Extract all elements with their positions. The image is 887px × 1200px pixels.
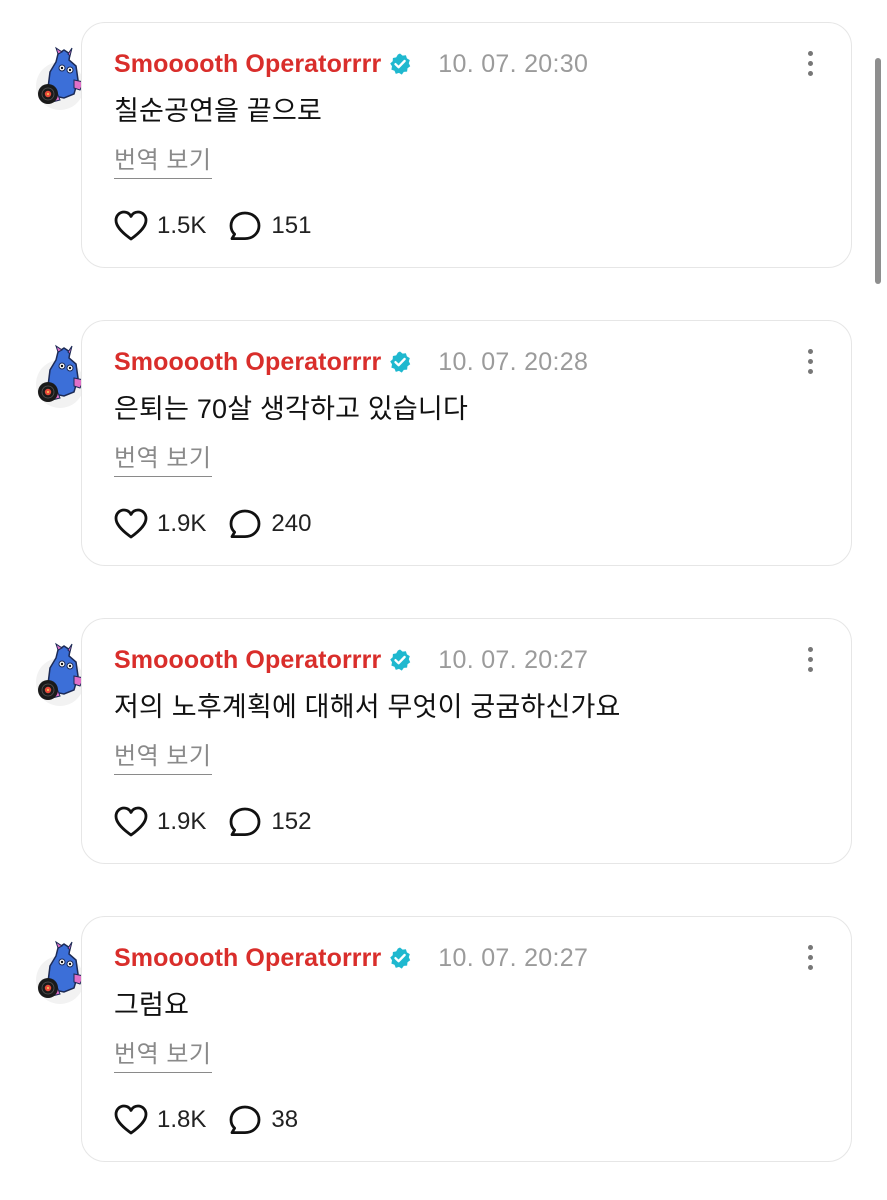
reply-count: 151 [271,212,312,239]
mascot-avatar-icon [36,642,85,706]
reply-count: 240 [271,510,312,537]
post-text: 은퇴는 70살 생각하고 있습니다 [114,394,469,424]
more-options-button[interactable] [805,349,815,379]
post-timestamp: 10. 07. 20:30 [438,49,589,78]
translate-link[interactable]: 번역 보기 [114,438,212,477]
avatar[interactable] [34,940,86,1006]
author-name[interactable]: Smooooth Operatorrrr [114,348,381,377]
verified-badge-icon [388,946,412,970]
avatar[interactable] [34,344,86,410]
more-options-button[interactable] [805,945,815,975]
post-timestamp: 10. 07. 20:27 [438,645,589,674]
post-timestamp: 10. 07. 20:28 [438,347,589,376]
translate-link[interactable]: 번역 보기 [114,140,212,179]
like-count: 1.5K [157,212,207,239]
post-actions: 1.9K 240 [114,507,311,541]
avatar[interactable] [34,642,86,708]
scrollbar[interactable] [875,58,881,284]
reply-button[interactable]: 152 [228,806,311,838]
more-options-button[interactable] [805,647,815,677]
post-header: Smooooth Operatorrrr 10. 07. 20:28 [114,345,588,379]
verified-badge-icon [388,52,412,76]
more-options-icon [807,51,813,56]
like-count: 1.9K [157,808,207,835]
heart-icon [114,806,148,837]
post-header: Smooooth Operatorrrr 10. 07. 20:27 [114,941,588,975]
speech-bubble-icon [229,211,261,240]
more-options-button[interactable] [805,51,815,81]
post-text: 그럼요 [114,990,190,1020]
speech-bubble-icon [229,807,261,836]
more-options-icon [807,945,813,950]
reply-count: 152 [271,808,312,835]
avatar[interactable] [34,46,86,112]
post-header: Smooooth Operatorrrr 10. 07. 20:27 [114,643,588,677]
more-options-icon [807,647,813,652]
heart-icon [114,210,148,241]
post-text: 저의 노후계획에 대해서 무엇이 궁굼하신가요 [114,692,621,722]
speech-bubble-icon [229,509,261,538]
post-header: Smooooth Operatorrrr 10. 07. 20:30 [114,47,588,81]
post-card[interactable]: Smooooth Operatorrrr 10. 07. 20:30 칠순공연을… [81,22,852,268]
verified-badge-icon [388,648,412,672]
post-card[interactable]: Smooooth Operatorrrr 10. 07. 20:27 그럼요 번… [81,916,852,1162]
like-count: 1.8K [157,1106,207,1133]
like-button[interactable]: 1.9K [114,806,206,838]
post-4: Smooooth Operatorrrr 10. 07. 20:27 그럼요 번… [0,916,887,1166]
like-button[interactable]: 1.5K [114,210,206,242]
reply-count: 38 [271,1106,299,1133]
author-name[interactable]: Smooooth Operatorrrr [114,50,381,79]
mascot-avatar-icon [36,344,85,408]
post-text: 칠순공연을 끝으로 [114,96,323,126]
more-options-icon [807,349,813,354]
translate-link[interactable]: 번역 보기 [114,736,212,775]
reply-button[interactable]: 38 [228,1104,298,1136]
mascot-avatar-icon [36,940,85,1004]
verified-badge-icon [388,350,412,374]
like-button[interactable]: 1.8K [114,1104,206,1136]
post-1: Smooooth Operatorrrr 10. 07. 20:30 칠순공연을… [0,22,887,272]
heart-icon [114,1104,148,1135]
post-2: Smooooth Operatorrrr 10. 07. 20:28 은퇴는 7… [0,320,887,570]
author-name[interactable]: Smooooth Operatorrrr [114,944,381,973]
post-actions: 1.9K 152 [114,805,311,839]
like-button[interactable]: 1.9K [114,508,206,540]
like-count: 1.9K [157,510,207,537]
post-actions: 1.8K 38 [114,1103,298,1137]
reply-button[interactable]: 151 [228,210,311,242]
mascot-avatar-icon [36,46,85,110]
reply-button[interactable]: 240 [228,508,311,540]
heart-icon [114,508,148,539]
author-name[interactable]: Smooooth Operatorrrr [114,646,381,675]
speech-bubble-icon [229,1105,261,1134]
translate-link[interactable]: 번역 보기 [114,1034,212,1073]
post-3: Smooooth Operatorrrr 10. 07. 20:27 저의 노후… [0,618,887,868]
post-card[interactable]: Smooooth Operatorrrr 10. 07. 20:28 은퇴는 7… [81,320,852,566]
post-timestamp: 10. 07. 20:27 [438,943,589,972]
post-actions: 1.5K 151 [114,209,311,243]
post-card[interactable]: Smooooth Operatorrrr 10. 07. 20:27 저의 노후… [81,618,852,864]
